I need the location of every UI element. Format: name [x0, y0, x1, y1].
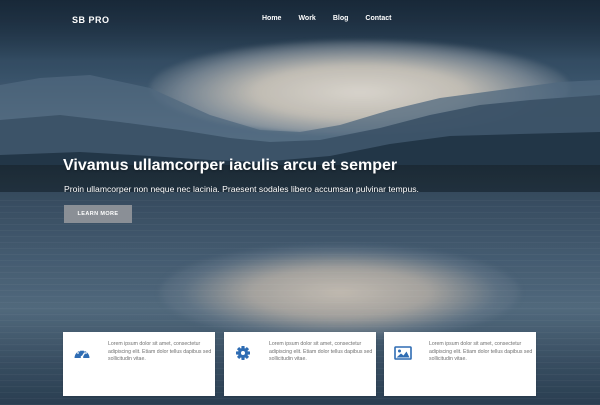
navbar: SB PRO Home Work Blog Contact [0, 0, 600, 42]
nav-link-blog[interactable]: Blog [333, 15, 349, 22]
learn-more-button[interactable]: LEARN MORE [64, 205, 132, 223]
nav-link-contact[interactable]: Contact [365, 15, 391, 22]
feature-card-text: Lorem ipsum dolor sit amet, consectetur … [269, 341, 373, 362]
feature-card-media: Lorem ipsum dolor sit amet, consectetur … [384, 332, 536, 396]
nav-link-work[interactable]: Work [298, 15, 315, 22]
feature-cards: Lorem ipsum dolor sit amet, consectetur … [0, 332, 600, 398]
brand-logo-link[interactable]: SB PRO [72, 15, 110, 25]
feature-card-settings: Lorem ipsum dolor sit amet, consectetur … [224, 332, 376, 396]
dashboard-icon [73, 345, 91, 361]
nav-link-home[interactable]: Home [262, 15, 281, 22]
hero-title: Vivamus ullamcorper iaculis arcu et semp… [63, 157, 398, 174]
nav-links: Home Work Blog Contact [262, 15, 408, 22]
feature-card-text: Lorem ipsum dolor sit amet, consectetur … [429, 341, 533, 362]
feature-card-dashboard: Lorem ipsum dolor sit amet, consectetur … [63, 332, 215, 396]
hero-lead: Proin ullamcorper non neque nec lacinia.… [64, 184, 419, 194]
image-icon [394, 345, 412, 361]
feature-card-text: Lorem ipsum dolor sit amet, consectetur … [108, 341, 212, 362]
gear-icon [234, 345, 252, 361]
